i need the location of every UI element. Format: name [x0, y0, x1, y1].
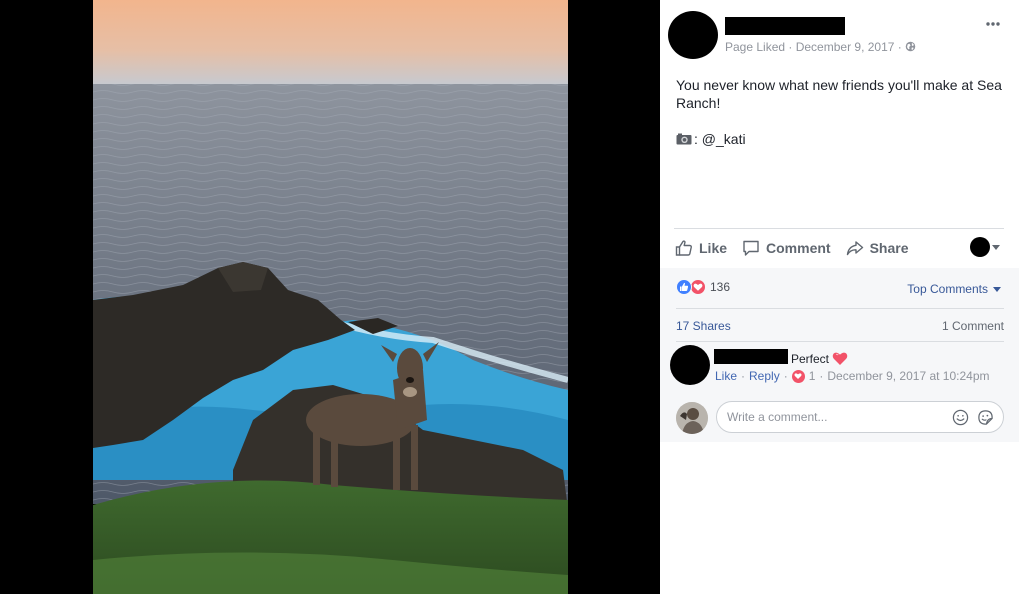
comment-reply-link[interactable]: Reply — [749, 369, 780, 383]
emoji-icon[interactable] — [952, 409, 969, 426]
meta-separator: · — [819, 369, 824, 383]
post-actions-bar: Like Comment Share — [674, 228, 1004, 267]
comment-meta: Like · Reply · 1 · December 9, 2017 at 1… — [715, 369, 990, 383]
post-header: Page Liked · December 9, 2017 · — [660, 0, 1019, 64]
deer-by-ocean-image — [93, 0, 568, 594]
like-label: Like — [699, 240, 728, 256]
reactions-summary[interactable]: 136 — [676, 279, 730, 295]
comment-box — [716, 401, 1004, 433]
comment-like-link[interactable]: Like — [715, 369, 737, 383]
comment-item: Perfect Like · Reply · 1 · December 9, 2… — [670, 345, 1010, 387]
reaction-count: 136 — [710, 280, 731, 294]
like-reaction-icon — [676, 279, 692, 295]
share-label: Share — [869, 240, 909, 256]
comment-icon — [743, 240, 759, 256]
comment-label: Comment — [766, 240, 831, 256]
post-as-selector[interactable] — [970, 237, 1000, 257]
comment-text: Perfect — [791, 351, 830, 366]
post-as-avatar — [970, 237, 990, 257]
shares-link[interactable]: 17 Shares — [676, 319, 731, 333]
love-reaction-icon — [690, 279, 706, 295]
photo-viewer — [0, 0, 660, 594]
comment-body: Perfect — [791, 351, 848, 366]
photo-credit: : @_kati — [676, 130, 1011, 148]
comment-input[interactable] — [727, 402, 947, 432]
comment-timestamp[interactable]: December 9, 2017 at 10:24pm — [827, 369, 989, 383]
post-message-line: You never know what new friends you'll m… — [676, 77, 1002, 111]
feedback-section: 136 Top Comments 17 Shares 1 Comment Per… — [660, 268, 1019, 442]
comment-composer — [676, 401, 1006, 435]
post-meta: Page Liked · December 9, 2017 · — [725, 40, 916, 54]
post-date[interactable]: December 9, 2017 — [796, 40, 895, 54]
chevron-down-icon — [992, 244, 1000, 250]
post-side-panel: Page Liked · December 9, 2017 · You neve… — [660, 0, 1019, 594]
page-avatar[interactable] — [668, 11, 718, 59]
photo-credit-text[interactable]: : @_kati — [694, 131, 746, 147]
page-liked-status[interactable]: Page Liked — [725, 40, 785, 54]
meta-separator: · — [785, 40, 796, 54]
camera-icon — [676, 133, 692, 145]
globe-icon[interactable] — [905, 41, 916, 52]
meta-separator: · — [894, 40, 906, 54]
commenter-name-redacted[interactable] — [714, 349, 788, 364]
more-options-icon[interactable] — [985, 16, 1001, 32]
post-message: You never know what new friends you'll m… — [676, 76, 1011, 148]
comment-reaction-count[interactable]: 1 — [809, 369, 816, 383]
page-name-redacted[interactable] — [725, 17, 845, 35]
share-icon — [846, 241, 863, 256]
like-button[interactable]: Like — [675, 239, 727, 257]
top-comments-dropdown[interactable]: Top Comments — [907, 282, 1001, 296]
post-photo[interactable] — [93, 0, 568, 594]
comment-button[interactable]: Comment — [742, 239, 831, 257]
heart-icon — [832, 352, 848, 365]
comments-count-link[interactable]: 1 Comment — [942, 319, 1004, 333]
divider — [676, 341, 1004, 342]
top-comments-label: Top Comments — [907, 282, 988, 296]
divider — [676, 308, 1004, 309]
meta-separator: · — [783, 369, 788, 383]
share-button[interactable]: Share — [846, 239, 909, 257]
current-user-avatar[interactable] — [676, 402, 708, 434]
sticker-icon[interactable] — [977, 409, 994, 426]
commenter-avatar[interactable] — [670, 345, 710, 385]
meta-separator: · — [741, 369, 746, 383]
love-reaction-icon — [791, 369, 805, 383]
chevron-down-icon — [993, 286, 1001, 292]
thumbs-up-icon — [675, 240, 692, 256]
